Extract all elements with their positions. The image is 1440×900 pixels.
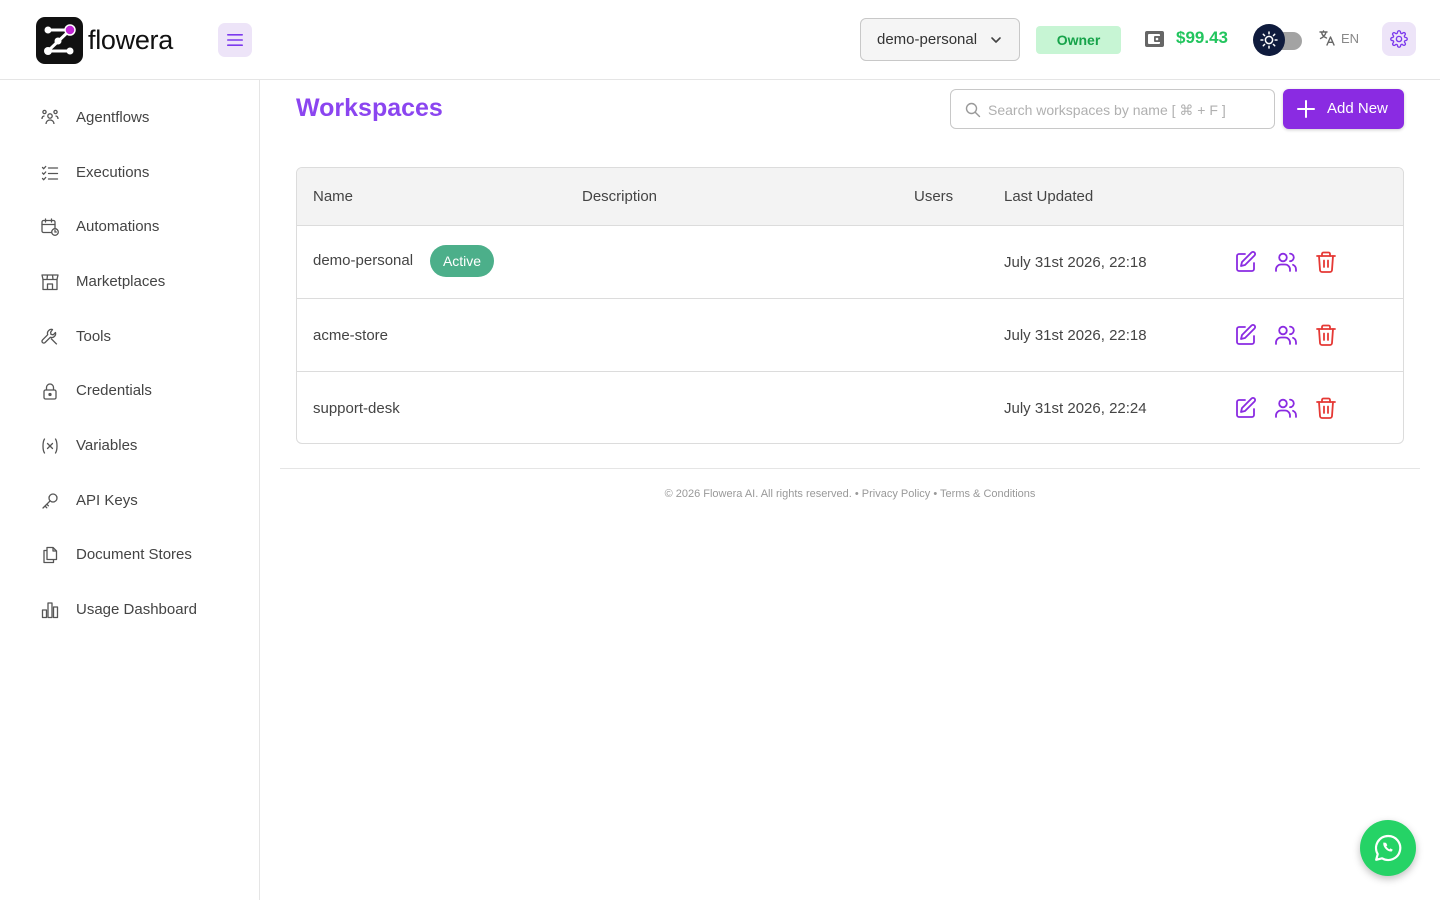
column-header-description[interactable]: Description (582, 188, 657, 205)
table-row[interactable]: support-desk July 31st 2026, 22:24 (297, 372, 1403, 443)
sidebar-item-variables[interactable]: Variables (0, 426, 259, 466)
sidebar-item-label: Document Stores (76, 546, 192, 563)
language-select[interactable]: EN (1318, 29, 1359, 47)
sidebar-item-automations[interactable]: Automations (0, 207, 259, 247)
sidebar-item-label: Usage Dashboard (76, 601, 197, 618)
edit-icon[interactable] (1234, 396, 1258, 420)
balance-amount[interactable]: $99.43 (1176, 28, 1228, 48)
table-row[interactable]: demo-personal Active July 31st 2026, 22:… (297, 226, 1403, 299)
lock-icon (43, 383, 57, 400)
trash-icon[interactable] (1314, 396, 1338, 420)
logo-mark-icon (36, 16, 83, 64)
settings-button[interactable] (1382, 22, 1416, 56)
sidebar-item-usage-dashboard[interactable]: Usage Dashboard (0, 590, 259, 630)
privacy-policy-link[interactable]: Privacy Policy (862, 488, 930, 500)
users-icon[interactable] (1274, 396, 1298, 420)
role-badge: Owner (1036, 26, 1121, 54)
column-header-name[interactable]: Name (313, 188, 353, 205)
key-icon (42, 493, 58, 509)
workspace-select-value: demo-personal (877, 31, 978, 48)
workspace-name: support-desk (313, 400, 400, 417)
store-icon (41, 274, 59, 291)
footer: © 2026 Flowera AI. All rights reserved. … (280, 488, 1420, 500)
table-row[interactable]: acme-store July 31st 2026, 22:18 (297, 299, 1403, 372)
sidebar-item-label: Credentials (76, 382, 152, 399)
variable-icon (42, 438, 58, 454)
workspaces-table: Name Description Users Last Updated demo… (296, 167, 1404, 444)
sidebar-item-credentials[interactable]: Credentials (0, 371, 259, 411)
workspace-name: acme-store (313, 327, 389, 344)
sidebar-item-label: Agentflows (76, 109, 150, 126)
sidebar-item-label: Executions (76, 164, 150, 181)
search-input[interactable] (988, 98, 1263, 122)
page-title: Workspaces (296, 94, 443, 122)
sidebar-item-label: Marketplaces (76, 273, 166, 290)
sidebar-item-label: Tools (76, 328, 112, 345)
trash-icon[interactable] (1314, 323, 1338, 347)
table-header: Name Description Users Last Updated (297, 168, 1403, 226)
column-header-users[interactable]: Users (914, 188, 953, 205)
edit-icon[interactable] (1234, 323, 1258, 347)
chevron-down-icon (991, 37, 1001, 43)
footer-divider (280, 468, 1420, 469)
sidebar-item-executions[interactable]: Executions (0, 153, 259, 193)
trash-icon[interactable] (1314, 250, 1338, 274)
edit-icon[interactable] (1234, 250, 1258, 274)
footer-separator: • (854, 488, 859, 500)
wallet-icon (1145, 31, 1164, 47)
wrench-icon (41, 328, 58, 345)
terms-link[interactable]: Terms & Conditions (940, 488, 1035, 500)
add-new-label: Add New (1327, 100, 1388, 117)
active-badge: Active (430, 245, 494, 277)
logo-text: flowera (88, 24, 173, 55)
add-new-button[interactable]: Add New (1283, 89, 1404, 129)
search-box[interactable] (950, 89, 1275, 129)
sun-icon (1260, 31, 1278, 49)
hamburger-icon (227, 34, 243, 46)
calendar-clock-icon (41, 218, 59, 236)
sidebar-item-label: Variables (76, 437, 138, 454)
whatsapp-chat-button[interactable] (1360, 820, 1416, 876)
workspace-select[interactable]: demo-personal (860, 18, 1020, 61)
theme-toggle[interactable] (1253, 24, 1303, 56)
top-header: flowera demo-personal Owner $99.43 EN (0, 0, 1440, 80)
menu-toggle-button[interactable] (218, 23, 252, 57)
documents-icon (43, 546, 58, 564)
bar-chart-icon (41, 602, 59, 619)
theme-toggle-knob (1253, 24, 1285, 56)
language-label: EN (1341, 30, 1360, 46)
footer-separator: • (933, 488, 938, 500)
translate-icon (1319, 30, 1335, 46)
users-icon[interactable] (1274, 250, 1298, 274)
sidebar-item-document-stores[interactable]: Document Stores (0, 535, 259, 575)
sidebar-item-marketplaces[interactable]: Marketplaces (0, 262, 259, 302)
footer-copyright: © 2026 Flowera AI. All rights reserved. (664, 488, 852, 500)
sidebar-item-api-keys[interactable]: API Keys (0, 481, 259, 521)
logo[interactable]: flowera (36, 16, 173, 64)
workspace-last-updated: July 31st 2026, 22:18 (1004, 254, 1147, 271)
workspace-last-updated: July 31st 2026, 22:24 (1004, 400, 1147, 417)
whatsapp-icon (1374, 834, 1402, 862)
search-icon (965, 102, 981, 118)
sidebar-item-label: API Keys (76, 492, 138, 509)
column-header-last-updated[interactable]: Last Updated (1004, 188, 1093, 205)
workspace-name: demo-personal (313, 252, 414, 269)
agents-icon (41, 109, 59, 125)
gear-icon (1390, 30, 1408, 48)
sidebar-item-label: Automations (76, 218, 160, 235)
sidebar-item-tools[interactable]: Tools (0, 317, 259, 357)
executions-list-icon (41, 165, 59, 181)
plus-icon (1297, 100, 1315, 118)
sidebar-item-agentflows[interactable]: Agentflows (0, 98, 259, 138)
workspace-last-updated: July 31st 2026, 22:18 (1004, 327, 1147, 344)
users-icon[interactable] (1274, 323, 1298, 347)
sidebar: Agentflows Executions Automations Market… (0, 80, 260, 900)
